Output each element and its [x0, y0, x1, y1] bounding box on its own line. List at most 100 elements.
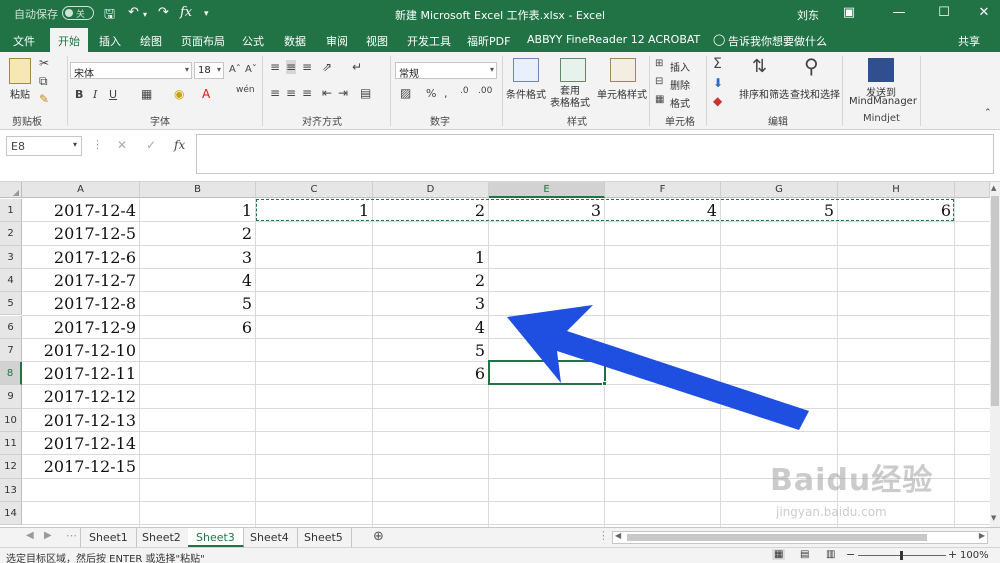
percent-icon[interactable]: %	[426, 87, 436, 100]
column-header-b[interactable]: B	[140, 182, 256, 198]
row-header-4[interactable]: 4	[0, 268, 22, 293]
column-header-e[interactable]: E	[489, 182, 605, 198]
increase-indent-icon[interactable]: ⇥	[338, 86, 348, 100]
column-header-d[interactable]: D	[373, 182, 489, 198]
name-box[interactable]: E8 ▾	[6, 136, 82, 156]
format-cells-button[interactable]: 格式	[670, 95, 690, 110]
tab-file[interactable]: 文件	[13, 33, 35, 49]
cancel-icon[interactable]: ✕	[117, 138, 127, 152]
align-left-icon[interactable]: ≡	[270, 86, 280, 100]
cell-b5[interactable]: 5	[140, 293, 255, 315]
cell-styles-icon[interactable]	[610, 58, 636, 82]
align-top-icon[interactable]: ≡	[270, 60, 280, 74]
tab-review[interactable]: 审阅	[326, 33, 348, 49]
select-all-corner[interactable]: ◢	[0, 182, 22, 198]
prev-sheet-icon[interactable]: ◀	[26, 530, 34, 541]
row-header-7[interactable]: 7	[0, 338, 22, 363]
sort-filter-icon[interactable]: ⇅	[752, 56, 767, 77]
insert-function-icon[interactable]: fx	[174, 138, 185, 152]
enter-icon[interactable]: ✓	[146, 138, 156, 152]
cell-b3[interactable]: 3	[140, 247, 255, 269]
scroll-up-icon[interactable]: ▲	[991, 184, 996, 192]
cell-b2[interactable]: 2	[140, 223, 255, 245]
vertical-scrollbar[interactable]: ▲ ▼	[990, 182, 1000, 527]
cell-b4[interactable]: 4	[140, 270, 255, 292]
format-cells-icon[interactable]: ▦	[655, 94, 664, 105]
cell-d7[interactable]: 5	[373, 340, 488, 362]
horizontal-scrollbar[interactable]: ◀ ▶	[612, 531, 988, 544]
mindmanager-icon[interactable]	[868, 58, 894, 82]
zoom-level[interactable]: 100%	[960, 550, 989, 561]
bold-icon[interactable]: B	[75, 88, 83, 101]
column-header-f[interactable]: F	[605, 182, 721, 198]
row-header-14[interactable]: 14	[0, 501, 22, 526]
tab-split-icon[interactable]: ⋮	[598, 529, 609, 542]
row-header-3[interactable]: 3	[0, 245, 22, 269]
page-layout-view-icon[interactable]: ▤	[800, 549, 809, 560]
tab-data[interactable]: 数据	[284, 33, 306, 49]
scroll-right-icon[interactable]: ▶	[979, 531, 985, 540]
cell-d8[interactable]: 6	[373, 363, 488, 385]
tab-insert[interactable]: 插入	[99, 33, 121, 49]
column-header-g[interactable]: G	[721, 182, 838, 198]
row-header-9[interactable]: 9	[0, 385, 22, 409]
row-header-11[interactable]: 11	[0, 432, 22, 456]
tab-developer[interactable]: 开发工具	[407, 33, 451, 49]
row-header-13[interactable]: 13	[0, 478, 22, 502]
row-header-12[interactable]: 12	[0, 455, 22, 479]
cell-a8[interactable]: 2017-12-11	[22, 363, 139, 385]
hscroll-thumb[interactable]	[627, 534, 927, 541]
share-button[interactable]: 共享	[958, 33, 980, 49]
conditional-format-button[interactable]: 条件格式	[506, 86, 546, 101]
column-header-partial[interactable]	[955, 182, 990, 198]
scroll-down-icon[interactable]: ▼	[991, 514, 996, 522]
insert-cells-button[interactable]: 插入	[670, 59, 690, 74]
conditional-format-icon[interactable]	[513, 58, 539, 82]
accounting-icon[interactable]: ▨	[400, 86, 411, 100]
tab-formulas[interactable]: 公式	[242, 33, 264, 49]
number-format-select[interactable]: 常规 ▾	[395, 62, 497, 80]
sheet-tab-1[interactable]: Sheet1	[80, 528, 137, 547]
merge-center-icon[interactable]: ▤	[360, 86, 371, 100]
tab-page-layout[interactable]: 页面布局	[181, 33, 225, 49]
scroll-thumb[interactable]	[991, 196, 999, 406]
cell-a6[interactable]: 2017-12-9	[22, 317, 139, 339]
cell-a7[interactable]: 2017-12-10	[22, 340, 139, 362]
ribbon-display-icon[interactable]: ▣	[835, 3, 863, 25]
font-color-icon[interactable]: A	[202, 87, 210, 101]
font-size-select[interactable]: 18 ▾	[194, 62, 224, 79]
sheet-tab-2[interactable]: Sheet2	[134, 528, 190, 547]
cell-a9[interactable]: 2017-12-12	[22, 386, 139, 408]
add-sheet-icon[interactable]: ⊕	[373, 529, 384, 544]
decrease-decimal-icon[interactable]: .00	[478, 86, 492, 96]
row-header-8[interactable]: 8	[0, 362, 22, 386]
format-as-table-button[interactable]: 套用 表格格式	[550, 86, 590, 110]
minimize-icon[interactable]: —	[885, 3, 913, 25]
cell-a5[interactable]: 2017-12-8	[22, 293, 139, 315]
cell-b6[interactable]: 6	[140, 317, 255, 339]
cell-d4[interactable]: 2	[373, 270, 488, 292]
row-header-6[interactable]: 6	[0, 315, 22, 339]
fill-icon[interactable]: ⬇	[713, 76, 723, 90]
column-header-a[interactable]: A	[22, 182, 140, 198]
row-header-5[interactable]: 5	[0, 292, 22, 316]
paste-button[interactable]: 粘贴	[10, 86, 30, 101]
font-name-select[interactable]: 宋体 ▾	[70, 62, 192, 80]
mindmanager-button[interactable]: MindManager	[849, 96, 917, 107]
paste-icon[interactable]	[9, 58, 31, 84]
italic-icon[interactable]: I	[93, 88, 97, 101]
cell-a11[interactable]: 2017-12-14	[22, 433, 139, 455]
column-header-h[interactable]: H	[838, 182, 955, 198]
zoom-in-icon[interactable]: +	[948, 548, 957, 561]
phonetic-icon[interactable]: wén	[236, 85, 255, 95]
underline-icon[interactable]: U	[109, 88, 117, 101]
cell-d3[interactable]: 1	[373, 247, 488, 269]
orientation-icon[interactable]: ⇗	[322, 60, 332, 74]
sheet-tab-5[interactable]: Sheet5	[296, 528, 352, 547]
cell-a12[interactable]: 2017-12-15	[22, 456, 139, 478]
sort-filter-button[interactable]: 排序和筛选	[739, 86, 789, 101]
maximize-icon[interactable]: ☐	[930, 3, 958, 25]
align-bottom-icon[interactable]: ≡	[302, 60, 312, 74]
collapse-ribbon-icon[interactable]: ⌃	[984, 108, 992, 118]
cut-icon[interactable]: ✂	[39, 56, 49, 70]
